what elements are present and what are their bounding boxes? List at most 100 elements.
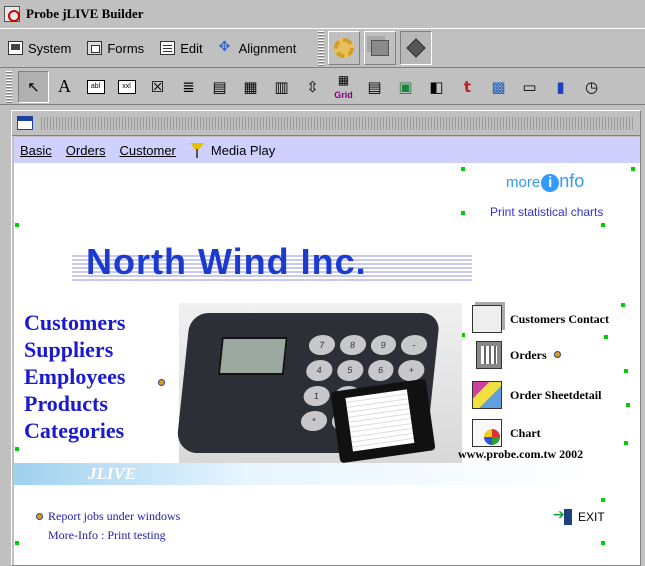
media-tool[interactable]: ◧ [421,71,452,103]
menu-categories[interactable]: Categories [24,417,125,444]
notebook [330,378,436,464]
tree-tool-icon: ▥ [274,77,289,96]
chart-tool[interactable]: ▮ [545,71,576,103]
orders-link[interactable]: Orders [476,341,547,369]
selection-handle[interactable] [601,223,605,227]
selection-handle[interactable] [15,223,19,227]
settings-button[interactable] [328,31,361,65]
device-screen [217,337,288,375]
edit-icon [160,41,176,55]
list-tool-icon: ≣ [182,77,195,96]
combo-tool[interactable]: ▤ [204,71,235,103]
menu-customers[interactable]: Customers [24,309,125,336]
pointer-tool[interactable]: ↖ [18,70,49,103]
run-button[interactable] [400,31,433,65]
customers-contact-label: Customers Contact [510,311,609,326]
key: 6 [366,360,395,381]
print-statistical-charts-link[interactable]: Print statistical charts [490,205,603,219]
selection-handle[interactable] [621,303,625,307]
selection-handle[interactable] [461,211,465,215]
selection-handle[interactable] [624,441,628,445]
timer-tool[interactable]: ◷ [576,71,607,103]
chart-icon [472,419,502,447]
selection-handle[interactable] [15,541,19,545]
selection-handle[interactable] [604,335,608,339]
jlive-bar: JLIVE [14,463,604,485]
selection-handle[interactable] [15,447,19,451]
left-menu: Customers Suppliers Employees Products C… [24,309,125,444]
image-tool-icon: ▣ [398,77,413,96]
pointer-icon: ↖ [27,77,40,96]
form-nav-bar: Basic Orders Customer Media Play [14,137,640,163]
exit-label: EXIT [578,510,605,524]
text-style-tool[interactable]: t [452,71,483,103]
checkbox-tool[interactable]: ☒ [142,71,173,103]
menu-bar: System Forms Edit Alignment [0,28,645,68]
chart-tool-icon: ▮ [556,77,565,96]
form-title-grip[interactable] [41,116,634,130]
textfield-tool-icon: abl [86,79,105,94]
selection-handle[interactable] [626,403,630,407]
selection-handle[interactable] [461,167,465,171]
menu-system-label: System [28,40,72,56]
picture-tool[interactable]: ▩ [483,71,514,103]
order-sheetdetail-link[interactable]: Order Sheetdetail [472,381,601,409]
text-style-tool-icon: t [463,77,472,96]
chart-link[interactable]: Chart [472,419,541,447]
key: * [299,410,328,431]
orders-icon [476,341,502,369]
selection-handle[interactable] [601,541,605,545]
nav-media-label: Media Play [210,142,276,158]
info-icon: i [541,174,560,192]
menu-alignment-label: Alignment [238,40,297,56]
menu-system[interactable]: System [8,41,71,56]
nav-basic[interactable]: Basic [20,143,52,158]
selection-handle[interactable] [624,369,628,373]
combo-tool-icon: ▤ [212,77,227,96]
more-info-print-testing-link[interactable]: More-Info : Print testing [48,528,166,543]
menu-employees[interactable]: Employees [24,363,125,390]
menu-edit[interactable]: Edit [160,40,203,56]
component-toolbar-grip[interactable] [6,70,12,103]
sheet-icon [472,381,502,409]
component-toolbar: ↖ A abl xxl ☒ ≣ ▤ ▦ ▥ ⇳ ▦ Grid ▤ ▣ ◧ t ▩ … [0,69,645,105]
scroll-tool[interactable]: ⇳ [297,71,328,103]
table-tool[interactable]: ▦ [235,71,266,103]
more-info-logo[interactable]: more i nfo [506,171,584,192]
tree-tool[interactable]: ▥ [266,71,297,103]
design-canvas[interactable]: more i nfo Print statistical charts Nort… [14,163,640,565]
nav-media-play[interactable]: Media Play [189,142,276,158]
jlive-label: JLIVE [88,464,137,483]
key: 1 [302,385,331,406]
menu-alignment[interactable]: Alignment [219,39,297,56]
toolbar-grip[interactable] [318,30,325,66]
nav-orders[interactable]: Orders [66,143,106,158]
menu-suppliers[interactable]: Suppliers [24,336,125,363]
menu-edit-label: Edit [180,40,203,56]
grid-tool[interactable]: ▦ Grid [328,71,359,103]
components-button[interactable] [364,31,397,65]
textarea-tool[interactable]: xxl [111,71,142,103]
window-tool[interactable]: ▭ [514,71,545,103]
label-tool[interactable]: A [49,71,80,103]
window-tool-icon: ▭ [522,77,537,96]
menu-products[interactable]: Products [24,390,125,417]
more-info-more: more [506,174,541,191]
textfield-tool[interactable]: abl [80,71,111,103]
exit-button[interactable]: EXIT [553,507,605,525]
key: 9 [369,335,398,356]
document-tool[interactable]: ▤ [359,71,390,103]
brand-banner: North Wind Inc. [72,241,472,297]
customers-contact-link[interactable]: Customers Contact [472,305,609,333]
form-frame: Basic Orders Customer Media Play more i … [11,110,641,566]
selection-handle[interactable] [631,167,635,171]
list-tool[interactable]: ≣ [173,71,204,103]
report-jobs-link[interactable]: Report jobs under windows [36,509,180,524]
image-tool[interactable]: ▣ [390,71,421,103]
selection-handle[interactable] [601,498,605,502]
nav-customer[interactable]: Customer [120,143,176,158]
menu-forms[interactable]: Forms [87,41,144,56]
picture-tool-icon: ▩ [491,77,506,96]
timer-tool-icon: ◷ [584,77,599,96]
table-tool-icon: ▦ [243,77,258,96]
